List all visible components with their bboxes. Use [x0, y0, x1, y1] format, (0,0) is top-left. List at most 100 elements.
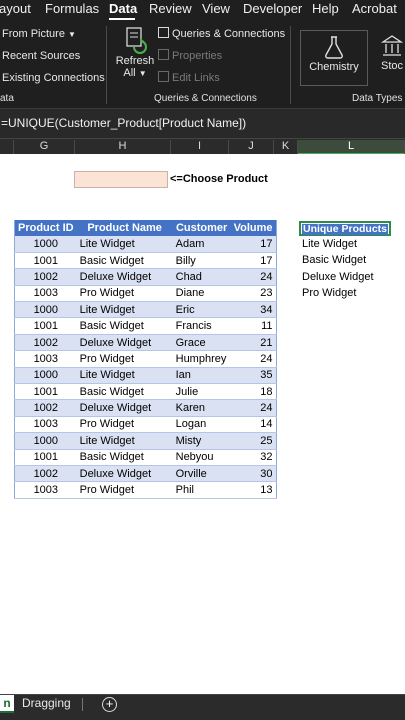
column-header-h[interactable]: H — [75, 140, 171, 155]
cell-product-name[interactable]: Basic Widget — [76, 449, 173, 466]
cell-customer[interactable]: Nebyou — [172, 449, 231, 466]
cell-product-name[interactable]: Deluxe Widget — [76, 268, 173, 286]
tab-data[interactable]: Data — [109, 1, 137, 16]
cell-product-name[interactable]: Pro Widget — [76, 481, 173, 499]
column-header-l[interactable]: L — [298, 140, 405, 155]
header-customer[interactable]: Customer — [172, 220, 231, 236]
list-item[interactable]: Pro Widget — [302, 287, 374, 303]
column-header-k[interactable]: K — [274, 140, 298, 155]
queries-connections-button[interactable]: Queries & Connections — [158, 27, 285, 40]
recent-sources-button[interactable]: Recent Sources — [2, 50, 80, 62]
cell-customer[interactable]: Ian — [172, 367, 231, 385]
formula-bar[interactable]: =UNIQUE(Customer_Product[Product Name]) — [0, 108, 405, 138]
cell-customer[interactable]: Francis — [172, 317, 231, 335]
cell-product-id[interactable]: 1000 — [14, 301, 77, 319]
unique-products-header-cell[interactable]: Unique Products — [299, 221, 391, 236]
cell-volume[interactable]: 17 — [230, 252, 277, 270]
cell-product-name[interactable]: Deluxe Widget — [76, 465, 173, 483]
cell-product-id[interactable]: 1002 — [14, 465, 77, 483]
cell-product-id[interactable]: 1003 — [14, 481, 77, 499]
cell-product-name[interactable]: Basic Widget — [76, 252, 173, 270]
sheet-tab-active[interactable]: n — [0, 695, 14, 713]
cell-product-id[interactable]: 1000 — [14, 432, 77, 450]
cell-product-name[interactable]: Lite Widget — [76, 301, 173, 319]
cell-product-id[interactable]: 1000 — [14, 236, 77, 253]
formula-text[interactable]: =UNIQUE(Customer_Product[Product Name]) — [1, 116, 246, 130]
cell-product-name[interactable]: Deluxe Widget — [76, 334, 173, 352]
cell-customer[interactable]: Chad — [172, 268, 231, 286]
tab-acrobat[interactable]: Acrobat — [352, 1, 397, 16]
cell-product-name[interactable]: Deluxe Widget — [76, 399, 173, 417]
cell-volume[interactable]: 11 — [230, 317, 277, 335]
cell-customer[interactable]: Grace — [172, 334, 231, 352]
header-volume[interactable]: Volume — [230, 220, 277, 236]
cell-volume[interactable]: 18 — [230, 383, 277, 401]
cell-product-id[interactable]: 1002 — [14, 399, 77, 417]
list-item[interactable]: Deluxe Widget — [302, 271, 374, 287]
cell-product-id[interactable]: 1000 — [14, 367, 77, 385]
cell-volume[interactable]: 34 — [230, 301, 277, 319]
cell-product-id[interactable]: 1003 — [14, 350, 77, 368]
tab-view[interactable]: View — [202, 1, 230, 16]
tab-page-layout[interactable]: ayout — [0, 1, 31, 16]
cell-product-name[interactable]: Pro Widget — [76, 416, 173, 434]
add-sheet-icon[interactable]: + — [102, 697, 117, 712]
worksheet-grid[interactable]: <=Choose Product Product ID Product Name… — [0, 154, 405, 694]
cell-volume[interactable]: 25 — [230, 432, 277, 450]
product-input-cell[interactable] — [74, 171, 168, 188]
cell-customer[interactable]: Logan — [172, 416, 231, 434]
edit-links-button[interactable]: Edit Links — [158, 71, 220, 84]
existing-connections-button[interactable]: Existing Connections — [2, 72, 105, 84]
cell-customer[interactable]: Billy — [172, 252, 231, 270]
cell-volume[interactable]: 24 — [230, 268, 277, 286]
cell-customer[interactable]: Adam — [172, 236, 231, 253]
cell-customer[interactable]: Julie — [172, 383, 231, 401]
cell-customer[interactable]: Phil — [172, 481, 231, 499]
cell-volume[interactable]: 35 — [230, 367, 277, 385]
chemistry-data-type-button[interactable]: Chemistry — [300, 30, 368, 86]
stocks-data-type-button[interactable]: Stoc — [372, 30, 405, 86]
cell-volume[interactable]: 23 — [230, 285, 277, 303]
refresh-all-button[interactable]: Refresh All ▼ — [113, 25, 157, 87]
list-item[interactable]: Lite Widget — [302, 238, 374, 254]
cell-customer[interactable]: Diane — [172, 285, 231, 303]
cell-product-id[interactable]: 1002 — [14, 268, 77, 286]
column-header-partial[interactable] — [0, 140, 14, 155]
cell-customer[interactable]: Orville — [172, 465, 231, 483]
cell-product-id[interactable]: 1001 — [14, 383, 77, 401]
column-header-j[interactable]: J — [229, 140, 274, 155]
cell-product-name[interactable]: Lite Widget — [76, 432, 173, 450]
cell-customer[interactable]: Humphrey — [172, 350, 231, 368]
cell-volume[interactable]: 32 — [230, 449, 277, 466]
tab-developer[interactable]: Developer — [243, 1, 302, 16]
tab-formulas[interactable]: Formulas — [45, 1, 99, 16]
cell-product-id[interactable]: 1001 — [14, 317, 77, 335]
column-header-g[interactable]: G — [14, 140, 75, 155]
cell-volume[interactable]: 24 — [230, 399, 277, 417]
column-header-i[interactable]: I — [171, 140, 229, 155]
tab-help[interactable]: Help — [312, 1, 339, 16]
cell-volume[interactable]: 30 — [230, 465, 277, 483]
cell-volume[interactable]: 13 — [230, 481, 277, 499]
cell-product-id[interactable]: 1001 — [14, 449, 77, 466]
cell-product-name[interactable]: Lite Widget — [76, 236, 173, 253]
cell-customer[interactable]: Eric — [172, 301, 231, 319]
properties-button[interactable]: Properties — [158, 49, 222, 62]
tab-review[interactable]: Review — [149, 1, 192, 16]
list-item[interactable]: Basic Widget — [302, 254, 374, 270]
sheet-tab-dragging[interactable]: Dragging — [22, 695, 71, 713]
cell-product-name[interactable]: Pro Widget — [76, 285, 173, 303]
header-product-name[interactable]: Product Name — [76, 220, 173, 236]
cell-product-id[interactable]: 1003 — [14, 416, 77, 434]
cell-volume[interactable]: 21 — [230, 334, 277, 352]
header-product-id[interactable]: Product ID — [14, 220, 77, 236]
cell-volume[interactable]: 24 — [230, 350, 277, 368]
cell-product-name[interactable]: Basic Widget — [76, 383, 173, 401]
cell-product-id[interactable]: 1001 — [14, 252, 77, 270]
cell-customer[interactable]: Karen — [172, 399, 231, 417]
from-picture-button[interactable]: From Picture ▼ — [2, 28, 76, 40]
cell-customer[interactable]: Misty — [172, 432, 231, 450]
cell-volume[interactable]: 17 — [230, 236, 277, 253]
cell-product-id[interactable]: 1003 — [14, 285, 77, 303]
cell-product-name[interactable]: Pro Widget — [76, 350, 173, 368]
